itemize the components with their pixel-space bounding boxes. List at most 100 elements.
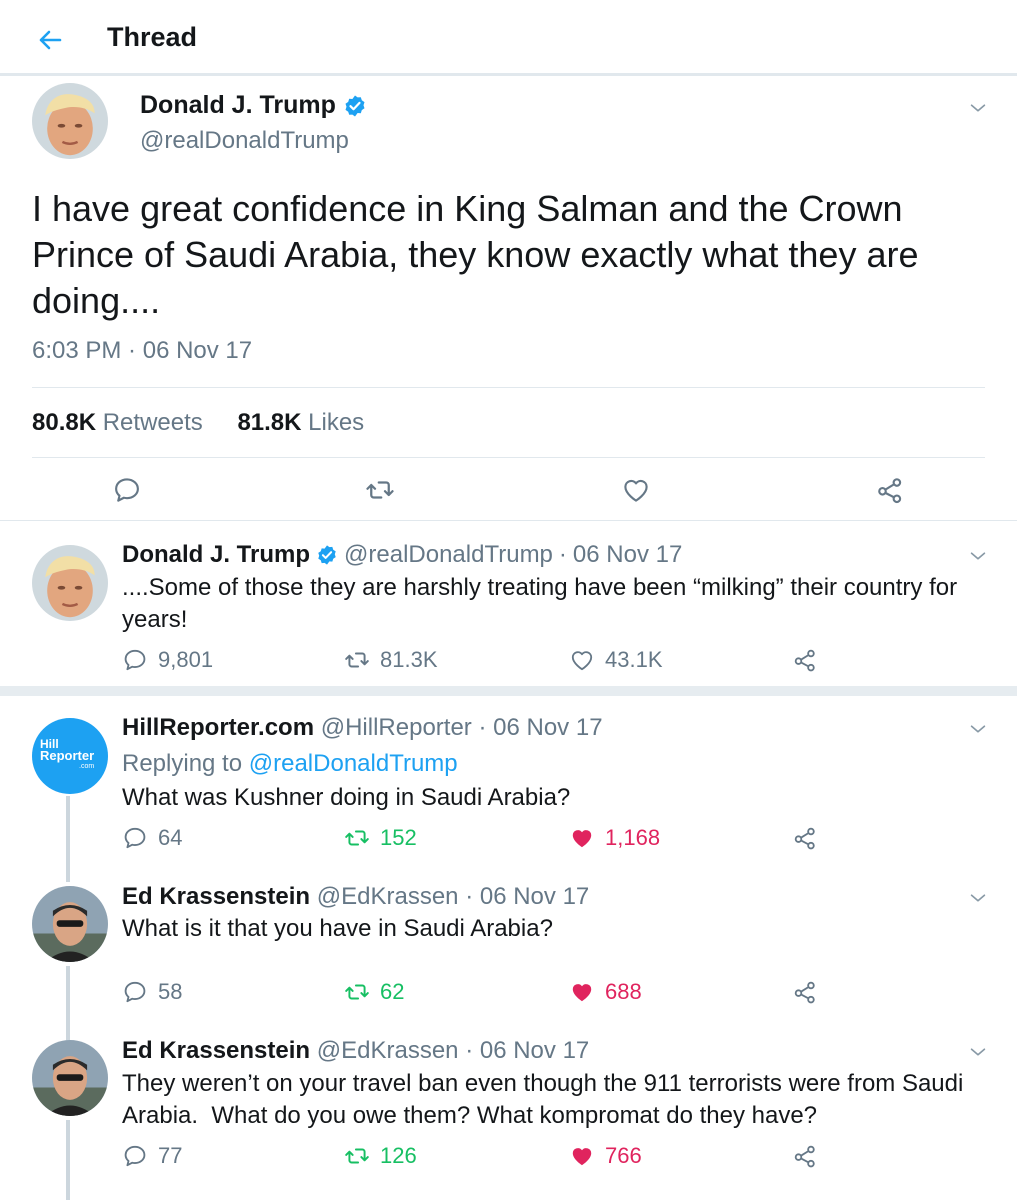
share-button[interactable] (792, 979, 818, 1005)
retweet-icon (365, 475, 395, 505)
engagement-counts: 80.8K Retweets 81.8K Likes (32, 409, 364, 437)
tweet-date: 06 Nov 17 (479, 883, 590, 910)
share-icon (792, 647, 818, 673)
share-button[interactable] (875, 475, 905, 505)
retweet-icon (344, 825, 370, 851)
retweet-button[interactable] (365, 475, 395, 505)
author-name[interactable]: Donald J. Trump (140, 91, 336, 120)
reply-icon (122, 647, 148, 673)
separator-dot: · (465, 1037, 474, 1064)
tweet-text: They weren’t on your travel ban even tho… (122, 1070, 969, 1129)
thread-connector (66, 796, 70, 882)
reply-count: 77 (158, 1143, 183, 1168)
author-name[interactable]: Ed Krassenstein (122, 883, 310, 910)
likes-stat[interactable]: 81.8K Likes (237, 409, 364, 436)
retweet-icon (344, 979, 370, 1005)
likes-label: Likes (308, 409, 365, 436)
share-button[interactable] (792, 1143, 818, 1169)
share-icon (875, 475, 905, 505)
share-button[interactable] (792, 825, 818, 851)
heart-filled-icon (569, 979, 595, 1005)
share-button[interactable] (792, 647, 818, 673)
retweets-stat[interactable]: 80.8K Retweets (32, 409, 203, 436)
like-button[interactable]: 766 (569, 1143, 642, 1169)
thread-connector (66, 966, 70, 1040)
reply-count: 9,801 (158, 647, 214, 672)
chevron-down-icon[interactable] (967, 887, 989, 909)
retweets-count: 80.8K (32, 409, 97, 436)
divider (32, 457, 985, 458)
tweet-text: What was Kushner doing in Saudi Arabia? (122, 784, 571, 811)
reply-button[interactable]: 9,801 (122, 647, 213, 673)
like-button[interactable]: 1,168 (569, 825, 660, 851)
reply-icon (122, 825, 148, 851)
tweet-text: I have great confidence in King Salman a… (32, 188, 919, 321)
heart-filled-icon (569, 1143, 595, 1169)
author-handle[interactable]: @EdKrassen (317, 1037, 459, 1064)
tweet-date: 06 Nov 17 (572, 541, 683, 568)
separator-dot: · (478, 714, 487, 741)
heart-icon (569, 647, 595, 673)
page-title: Thread (107, 22, 198, 52)
chevron-down-icon[interactable] (967, 1041, 989, 1063)
like-count: 766 (605, 1143, 642, 1168)
reply-button[interactable]: 64 (122, 825, 182, 851)
author-name[interactable]: HillReporter.com (122, 714, 314, 741)
avatar[interactable] (32, 83, 108, 159)
tweet-date: 06 Nov 17 (493, 714, 603, 741)
section-separator (0, 686, 1017, 696)
replying-to-link[interactable]: @realDonaldTrump (249, 750, 458, 777)
reply-button[interactable]: 77 (122, 1143, 182, 1169)
tweet-time: 6:03 PM (32, 337, 122, 364)
author-name[interactable]: Ed Krassenstein (122, 1037, 310, 1064)
author-handle[interactable]: @HillReporter (321, 714, 472, 741)
retweet-count: 62 (380, 979, 405, 1004)
reply-button[interactable]: 58 (122, 979, 182, 1005)
tweet-date: 06 Nov 17 (479, 1037, 590, 1064)
reply-icon (122, 1143, 148, 1169)
reply-count: 64 (158, 825, 183, 850)
reply-count: 58 (158, 979, 183, 1004)
retweet-count: 126 (380, 1143, 417, 1168)
retweets-label: Retweets (102, 409, 203, 436)
like-count: 688 (605, 979, 642, 1004)
retweet-button[interactable]: 81.3K (344, 647, 438, 673)
retweet-button[interactable]: 62 (344, 979, 404, 1005)
avatar[interactable] (32, 1040, 108, 1116)
retweet-count: 81.3K (380, 647, 438, 672)
thread-connector (66, 1120, 70, 1200)
reply-button[interactable] (112, 475, 142, 505)
hillreporter-logo: Hill Reporter .com (40, 738, 94, 772)
like-button[interactable]: 43.1K (569, 647, 663, 673)
avatar[interactable]: Hill Reporter .com (32, 718, 108, 794)
like-button[interactable]: 688 (569, 979, 642, 1005)
author-handle[interactable]: @realDonaldTrump (140, 127, 349, 155)
share-icon (792, 825, 818, 851)
author-name[interactable]: Donald J. Trump (122, 541, 310, 569)
verified-badge-icon (316, 544, 338, 566)
back-arrow-icon[interactable] (34, 24, 66, 56)
retweet-icon (344, 1143, 370, 1169)
like-button[interactable] (621, 475, 651, 505)
chevron-down-icon[interactable] (967, 545, 989, 567)
retweet-button[interactable]: 152 (344, 825, 417, 851)
tweet-date: 06 Nov 17 (142, 337, 253, 364)
avatar[interactable] (32, 886, 108, 962)
tweet-text: ....Some of those they are harshly treat… (122, 574, 958, 633)
like-count: 1,168 (605, 825, 661, 850)
separator-dot: · (558, 541, 567, 568)
tweet-text: What is it that you have in Saudi Arabia… (122, 915, 553, 942)
author-handle[interactable]: @EdKrassen (317, 883, 459, 910)
retweet-button[interactable]: 126 (344, 1143, 417, 1169)
header-divider (0, 73, 1017, 76)
separator-dot: · (465, 883, 474, 910)
heart-filled-icon (569, 825, 595, 851)
retweet-icon (344, 647, 370, 673)
reply-icon (122, 979, 148, 1005)
chevron-down-icon[interactable] (967, 718, 989, 740)
author-handle[interactable]: @realDonaldTrump (344, 541, 553, 569)
replying-label: Replying to (122, 750, 243, 777)
divider (32, 387, 985, 388)
chevron-down-icon[interactable] (967, 97, 989, 119)
avatar[interactable] (32, 545, 108, 621)
